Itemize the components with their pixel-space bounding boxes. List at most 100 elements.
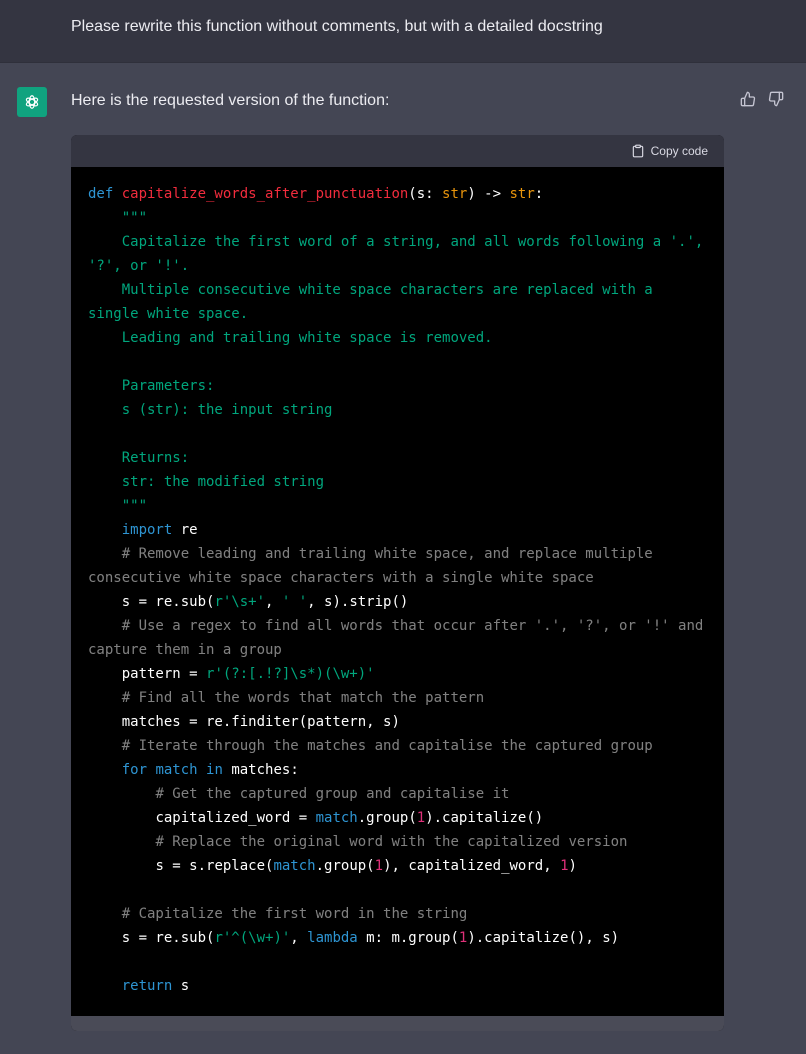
code-line: capitalized_word = match.group(1).capita… xyxy=(88,806,707,830)
code-token: match xyxy=(273,858,316,874)
code-token: , s).strip() xyxy=(307,594,409,610)
code-token: .group( xyxy=(357,810,417,826)
code-token: r'\s+' xyxy=(214,594,266,610)
code-line: Parameters: xyxy=(88,374,707,398)
code-line: import re xyxy=(88,518,707,542)
copy-code-button[interactable]: Copy code xyxy=(631,144,708,158)
code-token: s xyxy=(172,978,190,994)
code-token: lambda xyxy=(307,930,358,946)
code-line: """ xyxy=(88,206,707,230)
code-token: in xyxy=(197,762,223,778)
code-token: , xyxy=(290,930,308,946)
code-line: def capitalize_words_after_punctuation(s… xyxy=(88,182,707,206)
code-token: # Capitalize the first word in the strin… xyxy=(88,906,468,922)
code-token: Multiple consecutive white space charact… xyxy=(88,282,662,322)
code-token: # Use a regex to find all words that occ… xyxy=(88,618,712,658)
code-line: Returns: xyxy=(88,446,707,470)
code-token: .group( xyxy=(315,858,375,874)
code-line: matches = re.finditer(pattern, s) xyxy=(88,710,707,734)
code-token: ) xyxy=(568,858,577,874)
code-line: # Replace the original word with the cap… xyxy=(88,830,707,854)
code-token: # Replace the original word with the cap… xyxy=(88,834,628,850)
clipboard-icon xyxy=(631,144,645,158)
code-token: : xyxy=(534,186,544,202)
code-line: str: the modified string xyxy=(88,470,707,494)
code-token: 1 xyxy=(560,858,569,874)
code-token: s = re.sub( xyxy=(88,930,215,946)
assistant-message: Here is the requested version of the fun… xyxy=(0,63,806,1054)
code-token: match xyxy=(315,810,358,826)
code-token: capitalize_words_after_punctuation xyxy=(121,186,409,202)
feedback-buttons xyxy=(740,91,784,107)
code-token: import xyxy=(121,522,173,538)
code-token: 1 xyxy=(374,858,384,874)
code-line: for match in matches: xyxy=(88,758,707,782)
code-token: for xyxy=(121,762,148,778)
copy-code-label: Copy code xyxy=(650,144,708,158)
code-line: s = re.sub(r'\s+', ' ', s).strip() xyxy=(88,590,707,614)
code-line: return s xyxy=(88,974,707,998)
code-token: Returns: xyxy=(88,450,190,466)
code-line: pattern = r'(?:[.!?]\s*)(\w+)' xyxy=(88,662,707,686)
code-token: # Get the captured group and capitalise … xyxy=(88,786,510,802)
code-token: # Iterate through the matches and capita… xyxy=(88,738,653,754)
code-token: pattern = xyxy=(88,666,207,682)
code-token: ' ' xyxy=(281,594,308,610)
code-token: str xyxy=(509,186,535,202)
code-token: Leading and trailing white space is remo… xyxy=(88,330,493,346)
code-token: match xyxy=(147,762,198,778)
code-line: # Find all the words that match the patt… xyxy=(88,686,707,710)
code-token: capitalized_word = xyxy=(88,810,316,826)
user-message-text: Please rewrite this function without com… xyxy=(71,18,603,35)
code-line: # Capitalize the first word in the strin… xyxy=(88,902,707,926)
code-token: ).capitalize() xyxy=(425,810,544,826)
code-token: str xyxy=(442,186,468,202)
code-token: m: m.group( xyxy=(357,930,459,946)
code-block: Copy code def capitalize_words_after_pun… xyxy=(71,135,724,1031)
code-token: # Remove leading and trailing white spac… xyxy=(88,546,662,586)
code-line: s (str): the input string xyxy=(88,398,707,422)
code-line: # Remove leading and trailing white spac… xyxy=(88,542,707,590)
code-line: Leading and trailing white space is remo… xyxy=(88,326,707,350)
horizontal-scrollbar[interactable] xyxy=(71,1016,724,1031)
code-token: """ xyxy=(88,498,148,514)
assistant-intro-text: Here is the requested version of the fun… xyxy=(71,92,390,109)
thumbs-down-icon[interactable] xyxy=(768,91,784,107)
code-line: # Use a regex to find all words that occ… xyxy=(88,614,707,662)
code-token: s (str): the input string xyxy=(88,402,333,418)
code-token: 1 xyxy=(416,810,426,826)
code-token: (s: xyxy=(408,186,443,202)
code-token: # Find all the words that match the patt… xyxy=(88,690,485,706)
code-line: # Iterate through the matches and capita… xyxy=(88,734,707,758)
code-block-header: Copy code xyxy=(71,135,724,167)
code-token: ) -> xyxy=(467,186,510,202)
code-line: # Get the captured group and capitalise … xyxy=(88,782,707,806)
code-token: s = re.sub( xyxy=(88,594,215,610)
code-line: Multiple consecutive white space charact… xyxy=(88,278,707,326)
openai-logo-icon xyxy=(17,87,47,117)
code-token: Capitalize the first word of a string, a… xyxy=(88,234,712,274)
code-token: matches = re.finditer(pattern, s) xyxy=(88,714,400,730)
code-line: Capitalize the first word of a string, a… xyxy=(88,230,707,278)
code-token: str: the modified string xyxy=(88,474,325,490)
code-content[interactable]: def capitalize_words_after_punctuation(s… xyxy=(71,167,724,1031)
thumbs-up-icon[interactable] xyxy=(740,91,756,107)
code-line: """ xyxy=(88,494,707,518)
code-token: ).capitalize(), s) xyxy=(467,930,620,946)
code-token: ), capitalized_word, xyxy=(383,858,561,874)
code-line: s = re.sub(r'^(\w+)', lambda m: m.group(… xyxy=(88,926,707,950)
user-message: Please rewrite this function without com… xyxy=(0,0,806,63)
code-token: """ xyxy=(88,210,148,226)
code-token: r'(?:[.!?]\s*)(\w+)' xyxy=(206,666,375,682)
code-token: s = s.replace( xyxy=(88,858,274,874)
code-token: re xyxy=(172,522,198,538)
code-token: Parameters: xyxy=(88,378,215,394)
code-token: , xyxy=(265,594,282,610)
